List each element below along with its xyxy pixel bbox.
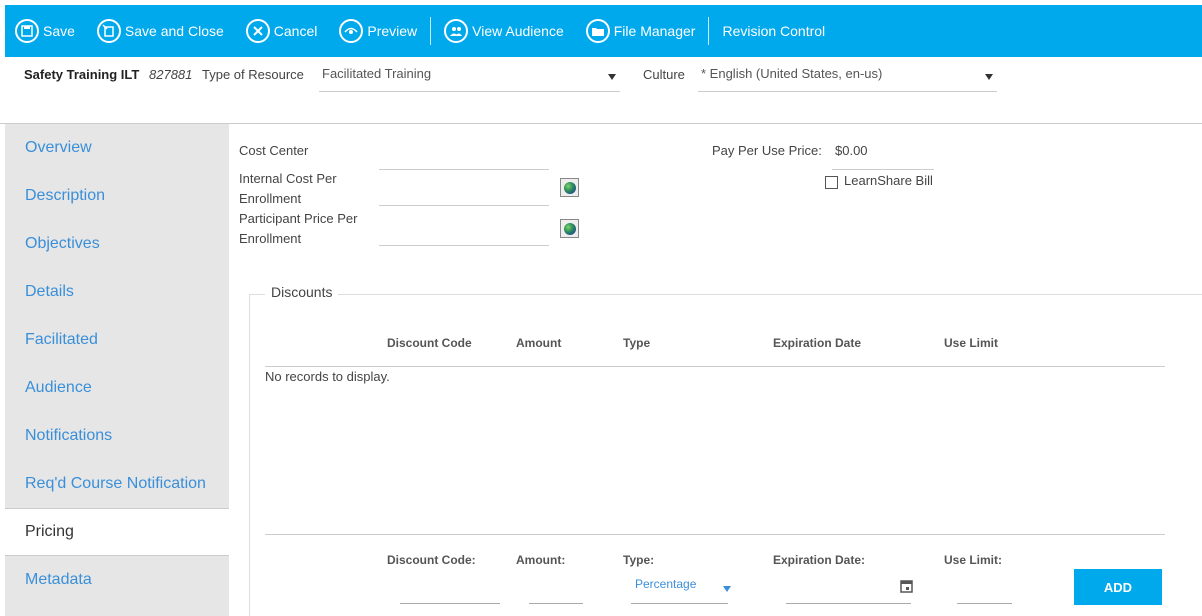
- learnshare-bill-label: LearnShare Bill: [844, 173, 933, 188]
- save-close-icon: [96, 19, 121, 43]
- revision-control-button[interactable]: Revision Control: [711, 5, 836, 57]
- participant-price-input[interactable]: [379, 245, 549, 246]
- cancel-label: Cancel: [273, 23, 318, 39]
- type-field-label: Type:: [623, 553, 655, 567]
- course-header: Safety Training ILT 827881 Type of Resou…: [0, 57, 1202, 124]
- column-header-amount[interactable]: Amount: [516, 336, 561, 350]
- save-and-close-button[interactable]: Save and Close: [86, 5, 235, 57]
- save-button[interactable]: Save: [5, 5, 86, 57]
- expiration-date-input[interactable]: [786, 603, 911, 604]
- sidebar-item-reqd-course-notification[interactable]: Req'd Course Notification: [5, 460, 229, 508]
- participant-price-label-line1: Participant Price Per: [239, 211, 358, 226]
- amount-field-label: Amount:: [516, 553, 566, 567]
- sidebar-item-pricing[interactable]: Pricing: [5, 508, 229, 556]
- view-audience-label: View Audience: [472, 23, 564, 39]
- use-limit-input[interactable]: [957, 603, 1012, 604]
- eye-icon: [339, 19, 364, 43]
- culture-select[interactable]: * English (United States, en-us): [698, 61, 997, 92]
- add-discount-button[interactable]: ADD: [1074, 569, 1162, 605]
- culture-label: Culture: [643, 67, 685, 82]
- floppy-disk-icon: [15, 19, 39, 43]
- column-header-use-limit[interactable]: Use Limit: [944, 336, 998, 350]
- culture-value: * English (United States, en-us): [701, 66, 883, 81]
- preview-label: Preview: [367, 23, 418, 39]
- column-header-type[interactable]: Type: [623, 336, 650, 350]
- sidebar-item-overview[interactable]: Overview: [5, 124, 229, 172]
- view-audience-button[interactable]: View Audience: [433, 5, 575, 57]
- table-footer-divider: [265, 534, 1165, 535]
- calendar-icon[interactable]: [900, 579, 913, 593]
- discount-type-underline: [631, 603, 728, 604]
- column-header-expiration-date[interactable]: Expiration Date: [773, 336, 861, 350]
- sidebar-item-objectives[interactable]: Objectives: [5, 220, 229, 268]
- sidebar-item-notifications[interactable]: Notifications: [5, 412, 229, 460]
- use-limit-field-label: Use Limit:: [944, 553, 1003, 567]
- expiration-date-field-label: Expiration Date:: [773, 553, 866, 567]
- column-header-discount-code[interactable]: Discount Code: [387, 336, 472, 350]
- internal-cost-input[interactable]: [379, 205, 549, 206]
- internal-cost-label-line1: Internal Cost Per: [239, 171, 337, 186]
- folder-icon: [585, 19, 610, 43]
- discount-code-input[interactable]: [400, 603, 500, 604]
- globe-icon[interactable]: [560, 219, 579, 238]
- discounts-fieldset-border-left: [249, 294, 250, 616]
- pay-per-use-label: Pay Per Use Price:: [712, 143, 822, 158]
- dropdown-arrow-icon: [985, 74, 993, 80]
- save-label: Save: [43, 23, 75, 39]
- file-manager-label: File Manager: [613, 23, 696, 39]
- discount-type-value: Percentage: [635, 577, 697, 591]
- toolbar: Save Save and Close Cancel Preview View …: [5, 5, 1202, 57]
- sidebar-item-audience[interactable]: Audience: [5, 364, 229, 412]
- cost-center-input[interactable]: [379, 169, 549, 170]
- course-id: 827881: [149, 67, 193, 82]
- cost-center-label: Cost Center: [239, 143, 309, 158]
- discounts-legend: Discounts: [265, 284, 339, 300]
- participant-price-label-line2: Enrollment: [239, 231, 302, 246]
- sidebar-item-description[interactable]: Description: [5, 172, 229, 220]
- close-icon: [245, 19, 270, 43]
- globe-icon[interactable]: [560, 178, 579, 197]
- discounts-fieldset-border: [249, 294, 1202, 295]
- pay-per-use-underline: [832, 169, 934, 170]
- preview-button[interactable]: Preview: [328, 5, 428, 57]
- type-of-resource-label: Type of Resource: [202, 67, 304, 82]
- sidebar-item-facilitated[interactable]: Facilitated: [5, 316, 229, 364]
- users-icon: [444, 19, 469, 43]
- toolbar-divider: [708, 17, 710, 45]
- cancel-button[interactable]: Cancel: [235, 5, 329, 57]
- save-and-close-label: Save and Close: [124, 23, 224, 39]
- pay-per-use-value: $0.00: [835, 143, 868, 158]
- dropdown-arrow-icon: [608, 74, 616, 80]
- internal-cost-label-line2: Enrollment: [239, 191, 302, 206]
- type-of-resource-select[interactable]: Facilitated Training: [319, 61, 620, 92]
- course-title: Safety Training ILT: [24, 67, 140, 82]
- amount-input[interactable]: [529, 603, 583, 604]
- file-manager-button[interactable]: File Manager: [575, 5, 707, 57]
- learnshare-bill-checkbox[interactable]: [825, 176, 838, 189]
- pricing-panel: Cost Center Internal Cost Per Enrollment…: [229, 124, 1202, 616]
- discount-type-select[interactable]: Percentage: [635, 577, 731, 603]
- table-header-divider: [265, 366, 1165, 367]
- discount-code-field-label: Discount Code:: [387, 553, 476, 567]
- dropdown-arrow-icon: [723, 586, 731, 592]
- revision-control-label: Revision Control: [722, 23, 826, 39]
- empty-table-message: No records to display.: [265, 369, 390, 384]
- type-of-resource-value: Facilitated Training: [322, 66, 432, 81]
- sidebar-item-details[interactable]: Details: [5, 268, 229, 316]
- sidebar-item-metadata[interactable]: Metadata: [5, 556, 229, 604]
- toolbar-divider: [430, 17, 432, 45]
- sidebar-nav: Overview Description Objectives Details …: [5, 124, 229, 616]
